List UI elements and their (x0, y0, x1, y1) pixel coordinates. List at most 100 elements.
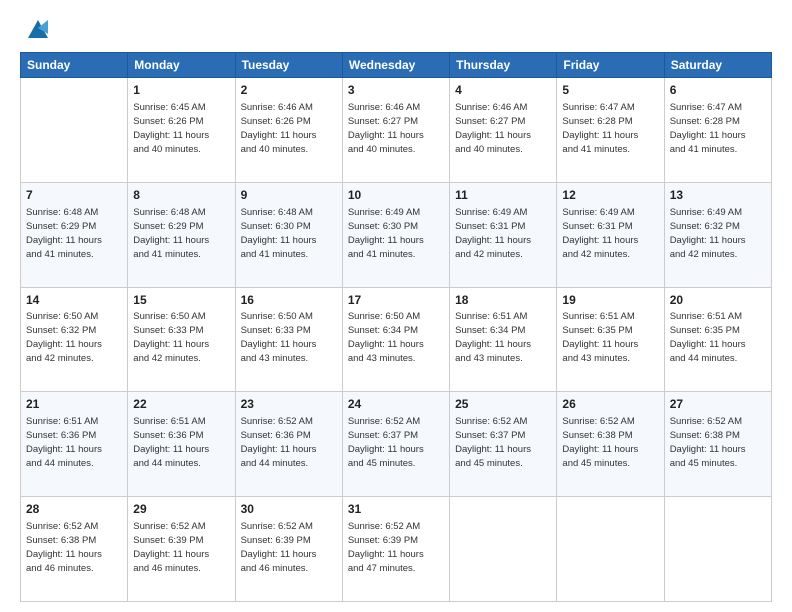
day-info: Sunrise: 6:52 AM Sunset: 6:38 PM Dayligh… (26, 521, 102, 574)
day-cell: 7 Sunrise: 6:48 AM Sunset: 6:29 PM Daylig… (21, 182, 128, 287)
day-info: Sunrise: 6:52 AM Sunset: 6:39 PM Dayligh… (133, 521, 209, 574)
day-cell (557, 497, 664, 602)
day-number: 29 (133, 501, 229, 518)
day-info: Sunrise: 6:50 AM Sunset: 6:34 PM Dayligh… (348, 311, 424, 364)
day-number: 30 (241, 501, 337, 518)
day-number: 19 (562, 292, 658, 309)
col-header-monday: Monday (128, 53, 235, 78)
header (20, 18, 772, 42)
day-info: Sunrise: 6:50 AM Sunset: 6:33 PM Dayligh… (133, 311, 209, 364)
day-info: Sunrise: 6:49 AM Sunset: 6:31 PM Dayligh… (562, 207, 638, 260)
day-cell: 1 Sunrise: 6:45 AM Sunset: 6:26 PM Daylig… (128, 78, 235, 183)
day-info: Sunrise: 6:52 AM Sunset: 6:37 PM Dayligh… (348, 416, 424, 469)
day-info: Sunrise: 6:50 AM Sunset: 6:33 PM Dayligh… (241, 311, 317, 364)
day-number: 5 (562, 82, 658, 99)
day-cell: 11Sunrise: 6:49 AM Sunset: 6:31 PM Dayli… (450, 182, 557, 287)
col-header-wednesday: Wednesday (342, 53, 449, 78)
col-header-sunday: Sunday (21, 53, 128, 78)
day-number: 31 (348, 501, 444, 518)
day-cell: 27 Sunrise: 6:52 AM Sunset: 6:38 PM Dayli… (664, 392, 771, 497)
day-number: 18 (455, 292, 551, 309)
day-number: 3 (348, 82, 444, 99)
day-number: 10 (348, 187, 444, 204)
day-number: 11 (455, 187, 551, 204)
day-number: 28 (26, 501, 122, 518)
day-cell: 22 Sunrise: 6:51 AM Sunset: 6:36 PM Dayli… (128, 392, 235, 497)
day-info: Sunrise: 6:51 AM Sunset: 6:35 PM Dayligh… (562, 311, 638, 364)
day-cell: 6Sunrise: 6:47 AM Sunset: 6:28 PM Daylig… (664, 78, 771, 183)
day-info: Sunrise: 6:47 AM Sunset: 6:28 PM Dayligh… (670, 102, 746, 155)
day-info: Sunrise: 6:51 AM Sunset: 6:34 PM Dayligh… (455, 311, 531, 364)
day-number: 14 (26, 292, 122, 309)
day-cell: 19 Sunrise: 6:51 AM Sunset: 6:35 PM Dayli… (557, 287, 664, 392)
day-number: 1 (133, 82, 229, 99)
day-cell: 13 Sunrise: 6:49 AM Sunset: 6:32 PM Dayli… (664, 182, 771, 287)
day-number: 13 (670, 187, 766, 204)
day-cell: 17 Sunrise: 6:50 AM Sunset: 6:34 PM Dayli… (342, 287, 449, 392)
day-info: Sunrise: 6:51 AM Sunset: 6:35 PM Dayligh… (670, 311, 746, 364)
calendar-table: SundayMondayTuesdayWednesdayThursdayFrid… (20, 52, 772, 602)
day-number: 23 (241, 396, 337, 413)
day-number: 27 (670, 396, 766, 413)
day-cell: 9 Sunrise: 6:48 AM Sunset: 6:30 PM Daylig… (235, 182, 342, 287)
day-cell: 25Sunrise: 6:52 AM Sunset: 6:37 PM Dayli… (450, 392, 557, 497)
col-header-friday: Friday (557, 53, 664, 78)
day-number: 21 (26, 396, 122, 413)
header-row: SundayMondayTuesdayWednesdayThursdayFrid… (21, 53, 772, 78)
week-row-0: 1 Sunrise: 6:45 AM Sunset: 6:26 PM Daylig… (21, 78, 772, 183)
day-number: 20 (670, 292, 766, 309)
day-info: Sunrise: 6:46 AM Sunset: 6:27 PM Dayligh… (455, 102, 531, 155)
day-info: Sunrise: 6:52 AM Sunset: 6:36 PM Dayligh… (241, 416, 317, 469)
day-cell: 23 Sunrise: 6:52 AM Sunset: 6:36 PM Dayli… (235, 392, 342, 497)
day-number: 17 (348, 292, 444, 309)
day-info: Sunrise: 6:52 AM Sunset: 6:38 PM Dayligh… (562, 416, 638, 469)
day-cell: 24Sunrise: 6:52 AM Sunset: 6:37 PM Dayli… (342, 392, 449, 497)
day-number: 16 (241, 292, 337, 309)
col-header-saturday: Saturday (664, 53, 771, 78)
day-cell: 28 Sunrise: 6:52 AM Sunset: 6:38 PM Dayli… (21, 497, 128, 602)
day-cell: 8Sunrise: 6:48 AM Sunset: 6:29 PM Daylig… (128, 182, 235, 287)
day-info: Sunrise: 6:49 AM Sunset: 6:30 PM Dayligh… (348, 207, 424, 260)
day-number: 15 (133, 292, 229, 309)
logo-icon (24, 14, 52, 42)
day-number: 9 (241, 187, 337, 204)
day-cell: 10 Sunrise: 6:49 AM Sunset: 6:30 PM Dayli… (342, 182, 449, 287)
col-header-tuesday: Tuesday (235, 53, 342, 78)
day-cell: 5Sunrise: 6:47 AM Sunset: 6:28 PM Daylig… (557, 78, 664, 183)
day-cell: 31Sunrise: 6:52 AM Sunset: 6:39 PM Dayli… (342, 497, 449, 602)
day-info: Sunrise: 6:50 AM Sunset: 6:32 PM Dayligh… (26, 311, 102, 364)
day-cell: 29 Sunrise: 6:52 AM Sunset: 6:39 PM Dayli… (128, 497, 235, 602)
page: SundayMondayTuesdayWednesdayThursdayFrid… (0, 0, 792, 612)
day-info: Sunrise: 6:46 AM Sunset: 6:26 PM Dayligh… (241, 102, 317, 155)
day-info: Sunrise: 6:45 AM Sunset: 6:26 PM Dayligh… (133, 102, 209, 155)
day-info: Sunrise: 6:51 AM Sunset: 6:36 PM Dayligh… (26, 416, 102, 469)
day-info: Sunrise: 6:48 AM Sunset: 6:30 PM Dayligh… (241, 207, 317, 260)
day-info: Sunrise: 6:51 AM Sunset: 6:36 PM Dayligh… (133, 416, 209, 469)
col-header-thursday: Thursday (450, 53, 557, 78)
day-number: 2 (241, 82, 337, 99)
day-info: Sunrise: 6:48 AM Sunset: 6:29 PM Dayligh… (133, 207, 209, 260)
day-cell (664, 497, 771, 602)
day-cell: 16 Sunrise: 6:50 AM Sunset: 6:33 PM Dayli… (235, 287, 342, 392)
day-number: 12 (562, 187, 658, 204)
day-number: 26 (562, 396, 658, 413)
day-cell: 12 Sunrise: 6:49 AM Sunset: 6:31 PM Dayli… (557, 182, 664, 287)
day-cell: 20 Sunrise: 6:51 AM Sunset: 6:35 PM Dayli… (664, 287, 771, 392)
day-cell (21, 78, 128, 183)
day-cell: 21 Sunrise: 6:51 AM Sunset: 6:36 PM Dayli… (21, 392, 128, 497)
day-number: 7 (26, 187, 122, 204)
day-info: Sunrise: 6:48 AM Sunset: 6:29 PM Dayligh… (26, 207, 102, 260)
day-info: Sunrise: 6:52 AM Sunset: 6:38 PM Dayligh… (670, 416, 746, 469)
week-row-1: 7 Sunrise: 6:48 AM Sunset: 6:29 PM Daylig… (21, 182, 772, 287)
week-row-3: 21 Sunrise: 6:51 AM Sunset: 6:36 PM Dayli… (21, 392, 772, 497)
day-cell (450, 497, 557, 602)
day-cell: 3Sunrise: 6:46 AM Sunset: 6:27 PM Daylig… (342, 78, 449, 183)
day-cell: 14 Sunrise: 6:50 AM Sunset: 6:32 PM Dayli… (21, 287, 128, 392)
day-number: 22 (133, 396, 229, 413)
day-info: Sunrise: 6:52 AM Sunset: 6:39 PM Dayligh… (241, 521, 317, 574)
day-cell: 2 Sunrise: 6:46 AM Sunset: 6:26 PM Daylig… (235, 78, 342, 183)
week-row-4: 28 Sunrise: 6:52 AM Sunset: 6:38 PM Dayli… (21, 497, 772, 602)
week-row-2: 14 Sunrise: 6:50 AM Sunset: 6:32 PM Dayli… (21, 287, 772, 392)
day-cell: 18 Sunrise: 6:51 AM Sunset: 6:34 PM Dayli… (450, 287, 557, 392)
day-info: Sunrise: 6:49 AM Sunset: 6:32 PM Dayligh… (670, 207, 746, 260)
